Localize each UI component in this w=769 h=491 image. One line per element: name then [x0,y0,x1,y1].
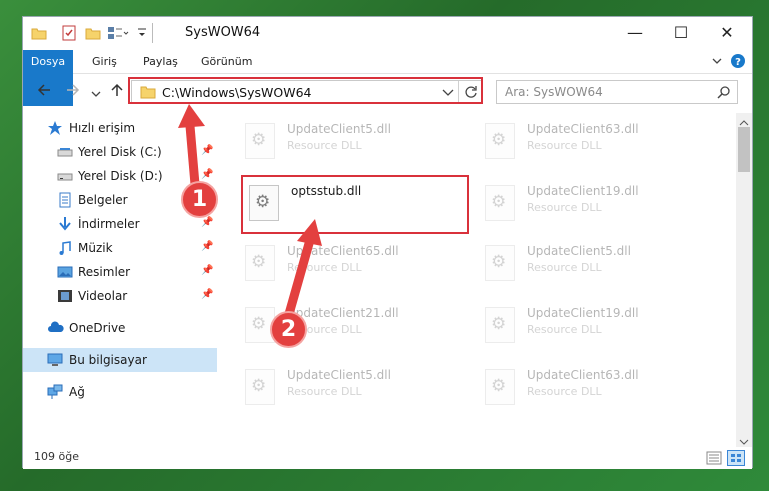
arrow-head-2 [297,219,322,246]
step-badge-2: 2 [270,311,307,348]
step-badge-1: 1 [181,181,218,218]
arrow-head-1 [178,104,205,128]
arrow-line-2 [284,238,315,316]
annotation-arrows [178,104,322,316]
